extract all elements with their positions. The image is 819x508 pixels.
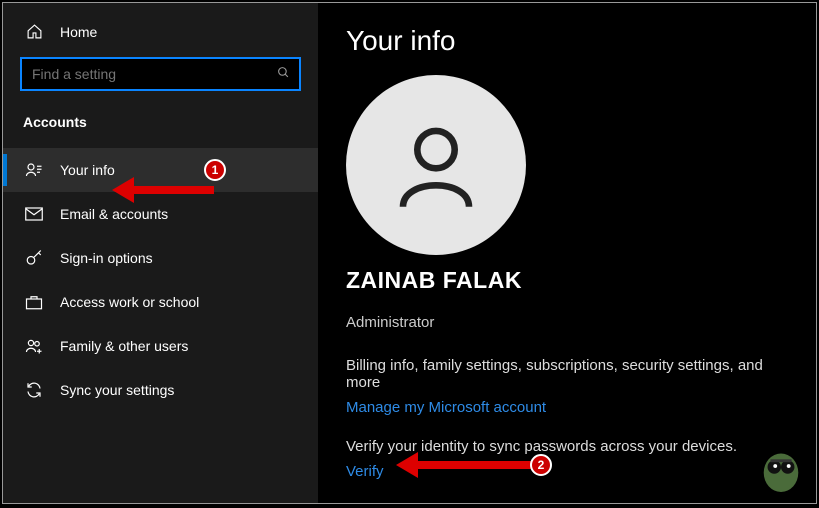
search-icon — [277, 66, 290, 82]
settings-window: Home Accounts Your info — [2, 2, 817, 504]
avatar — [346, 75, 526, 255]
sidebar-item-access-work-school[interactable]: Access work or school — [3, 280, 318, 324]
sidebar-item-signin-options[interactable]: Sign-in options — [3, 236, 318, 280]
page-title: Your info — [346, 25, 788, 57]
home-button[interactable]: Home — [3, 13, 318, 50]
sidebar-item-label: Access work or school — [60, 294, 199, 310]
sidebar-item-label: Sync your settings — [60, 382, 174, 398]
sidebar-item-label: Family & other users — [60, 338, 188, 354]
sidebar-item-family-users[interactable]: Family & other users — [3, 324, 318, 368]
key-icon — [25, 249, 43, 267]
search-input[interactable] — [21, 58, 300, 90]
verify-link[interactable]: Verify — [346, 463, 384, 480]
mascot-icon — [757, 440, 805, 494]
main-panel: Your info ZAINAB FALAK Administrator Bil… — [318, 3, 816, 503]
user-display-name: ZAINAB FALAK — [346, 267, 788, 294]
user-role: Administrator — [346, 314, 788, 331]
sidebar-item-email-accounts[interactable]: Email & accounts — [3, 192, 318, 236]
sidebar-item-label: Email & accounts — [60, 206, 168, 222]
sidebar-item-your-info[interactable]: Your info — [3, 148, 318, 192]
home-label: Home — [60, 24, 97, 40]
sidebar-item-label: Sign-in options — [60, 250, 153, 266]
envelope-icon — [25, 205, 43, 223]
sync-icon — [25, 381, 43, 399]
billing-description: Billing info, family settings, subscript… — [346, 357, 788, 391]
manage-account-link[interactable]: Manage my Microsoft account — [346, 399, 546, 416]
search-container — [3, 50, 318, 100]
sidebar: Home Accounts Your info — [3, 3, 318, 503]
sidebar-item-sync-settings[interactable]: Sync your settings — [3, 368, 318, 412]
person-icon — [381, 110, 491, 220]
person-lines-icon — [25, 161, 43, 179]
sidebar-item-label: Your info — [60, 162, 115, 178]
people-plus-icon — [25, 337, 43, 355]
section-heading: Accounts — [3, 100, 318, 148]
briefcase-icon — [25, 293, 43, 311]
home-icon — [25, 23, 43, 40]
verify-description: Verify your identity to sync passwords a… — [346, 438, 788, 455]
